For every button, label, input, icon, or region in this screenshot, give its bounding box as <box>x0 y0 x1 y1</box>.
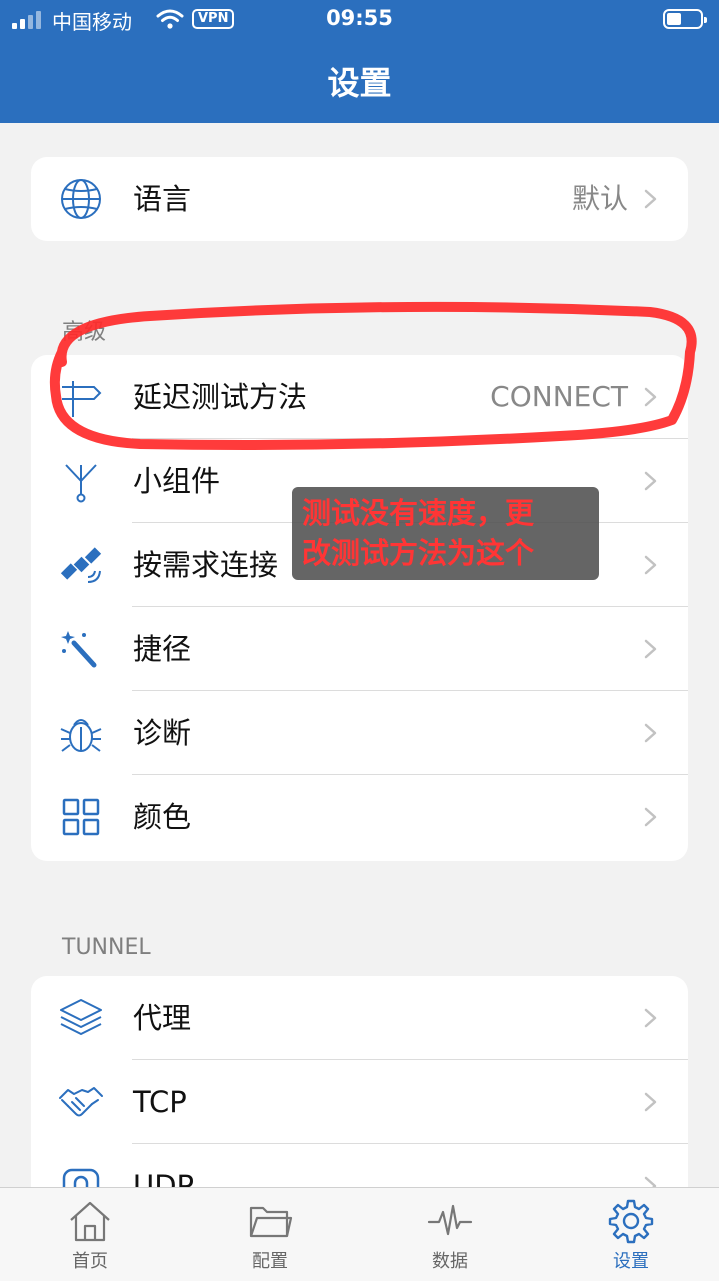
row-label: TCP <box>133 1085 187 1119</box>
chevron-right-icon <box>644 639 657 659</box>
tab-data[interactable]: 数据 <box>390 1188 510 1281</box>
chevron-right-icon <box>644 1008 657 1028</box>
status-bar: 中国移动 VPN 09:55 <box>0 0 719 40</box>
row-value: CONNECT <box>490 380 628 413</box>
chevron-right-icon <box>644 807 657 827</box>
row-language[interactable]: 语言 默认 <box>31 157 688 241</box>
signpost-icon <box>62 381 102 417</box>
top-bar: 中国移动 VPN 09:55 设置 <box>0 0 719 123</box>
chevron-right-icon <box>644 471 657 491</box>
row-label: 小组件 <box>133 464 221 498</box>
row-color[interactable]: 颜色 <box>31 775 688 859</box>
page-title: 设置 <box>327 64 392 102</box>
tab-settings[interactable]: 设置 <box>571 1188 691 1281</box>
globe-icon <box>61 179 101 219</box>
row-label: 延迟测试方法 <box>133 380 308 414</box>
advanced-group: 延迟测试方法 CONNECT 小组件 按需求连接 捷径 诊断 颜色 <box>31 355 688 861</box>
gear-icon <box>608 1199 654 1244</box>
row-latency-test-method[interactable]: 延迟测试方法 CONNECT <box>31 355 688 439</box>
row-label: 颜色 <box>133 800 192 834</box>
chevron-right-icon <box>644 555 657 575</box>
tab-config[interactable]: 配置 <box>210 1188 330 1281</box>
status-time: 09:55 <box>326 6 393 30</box>
row-diagnostics[interactable]: 诊断 <box>31 691 688 775</box>
row-label: 代理 <box>133 1001 192 1035</box>
pulse-icon <box>427 1204 473 1236</box>
row-proxy[interactable]: 代理 <box>31 976 688 1060</box>
battery-icon <box>663 9 707 29</box>
general-group: 语言 默认 <box>31 157 688 241</box>
chevron-right-icon <box>644 723 657 743</box>
row-label: 诊断 <box>133 716 192 750</box>
widget-branch-icon <box>65 464 97 503</box>
handshake-icon <box>59 1087 103 1117</box>
annotation-line: 测试没有速度，更 <box>302 496 535 530</box>
chevron-right-icon <box>644 189 657 209</box>
layers-icon <box>60 999 102 1035</box>
annotation-line: 改测试方法为这个 <box>302 536 535 570</box>
tab-label: 数据 <box>432 1251 468 1272</box>
row-label: 语言 <box>133 182 192 216</box>
row-shortcuts[interactable]: 捷径 <box>31 607 688 691</box>
folder-icon <box>249 1206 293 1238</box>
tab-label: 配置 <box>252 1251 288 1272</box>
tab-label: 设置 <box>613 1251 649 1272</box>
tab-label: 首页 <box>72 1251 108 1272</box>
tab-bar: 首页 配置 数据 设置 <box>0 1187 719 1281</box>
annotation-callout: 测试没有速度，更 改测试方法为这个 <box>292 487 599 580</box>
tab-home[interactable]: 首页 <box>30 1188 150 1281</box>
row-value: 默认 <box>571 182 628 215</box>
section-title-advanced: 高级 <box>62 320 107 345</box>
satellite-icon <box>60 547 102 583</box>
home-icon <box>70 1201 110 1242</box>
magic-wand-icon <box>61 631 97 668</box>
grid-icon <box>62 798 100 836</box>
bug-icon <box>60 719 102 752</box>
row-label: 按需求连接 <box>133 548 279 582</box>
row-tcp[interactable]: TCP <box>31 1060 688 1144</box>
row-label: 捷径 <box>133 632 192 666</box>
section-title-tunnel: TUNNEL <box>62 935 151 960</box>
chevron-right-icon <box>644 387 657 407</box>
chevron-right-icon <box>644 1092 657 1112</box>
